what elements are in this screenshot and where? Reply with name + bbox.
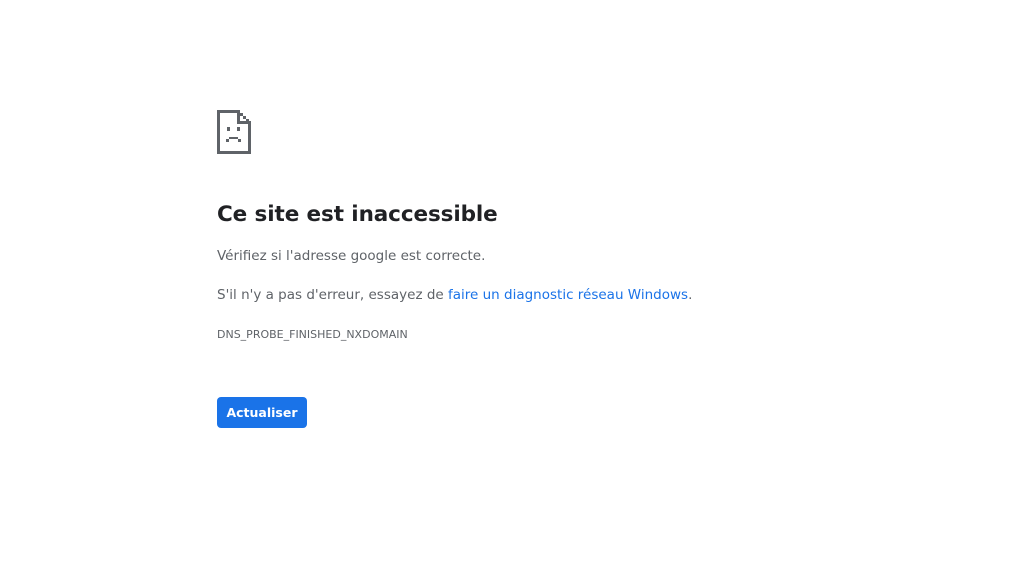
diagnostic-prefix: S'il n'y a pas d'erreur, essayez de <box>217 287 448 303</box>
error-content: Ce site est inaccessible Vérifiez si l'a… <box>217 110 997 428</box>
error-code: DNS_PROBE_FINISHED_NXDOMAIN <box>217 328 408 341</box>
address-suggestion: Vérifiez si l'adresse google est correct… <box>217 248 486 264</box>
network-diagnostic-link[interactable]: faire un diagnostic réseau Windows <box>448 287 688 303</box>
reload-button[interactable]: Actualiser <box>217 397 307 428</box>
page-title: Ce site est inaccessible <box>217 202 498 227</box>
diagnostic-suffix: . <box>688 287 693 303</box>
sad-page-icon <box>217 110 251 154</box>
diagnostic-suggestion: S'il n'y a pas d'erreur, essayez de fair… <box>217 287 692 303</box>
